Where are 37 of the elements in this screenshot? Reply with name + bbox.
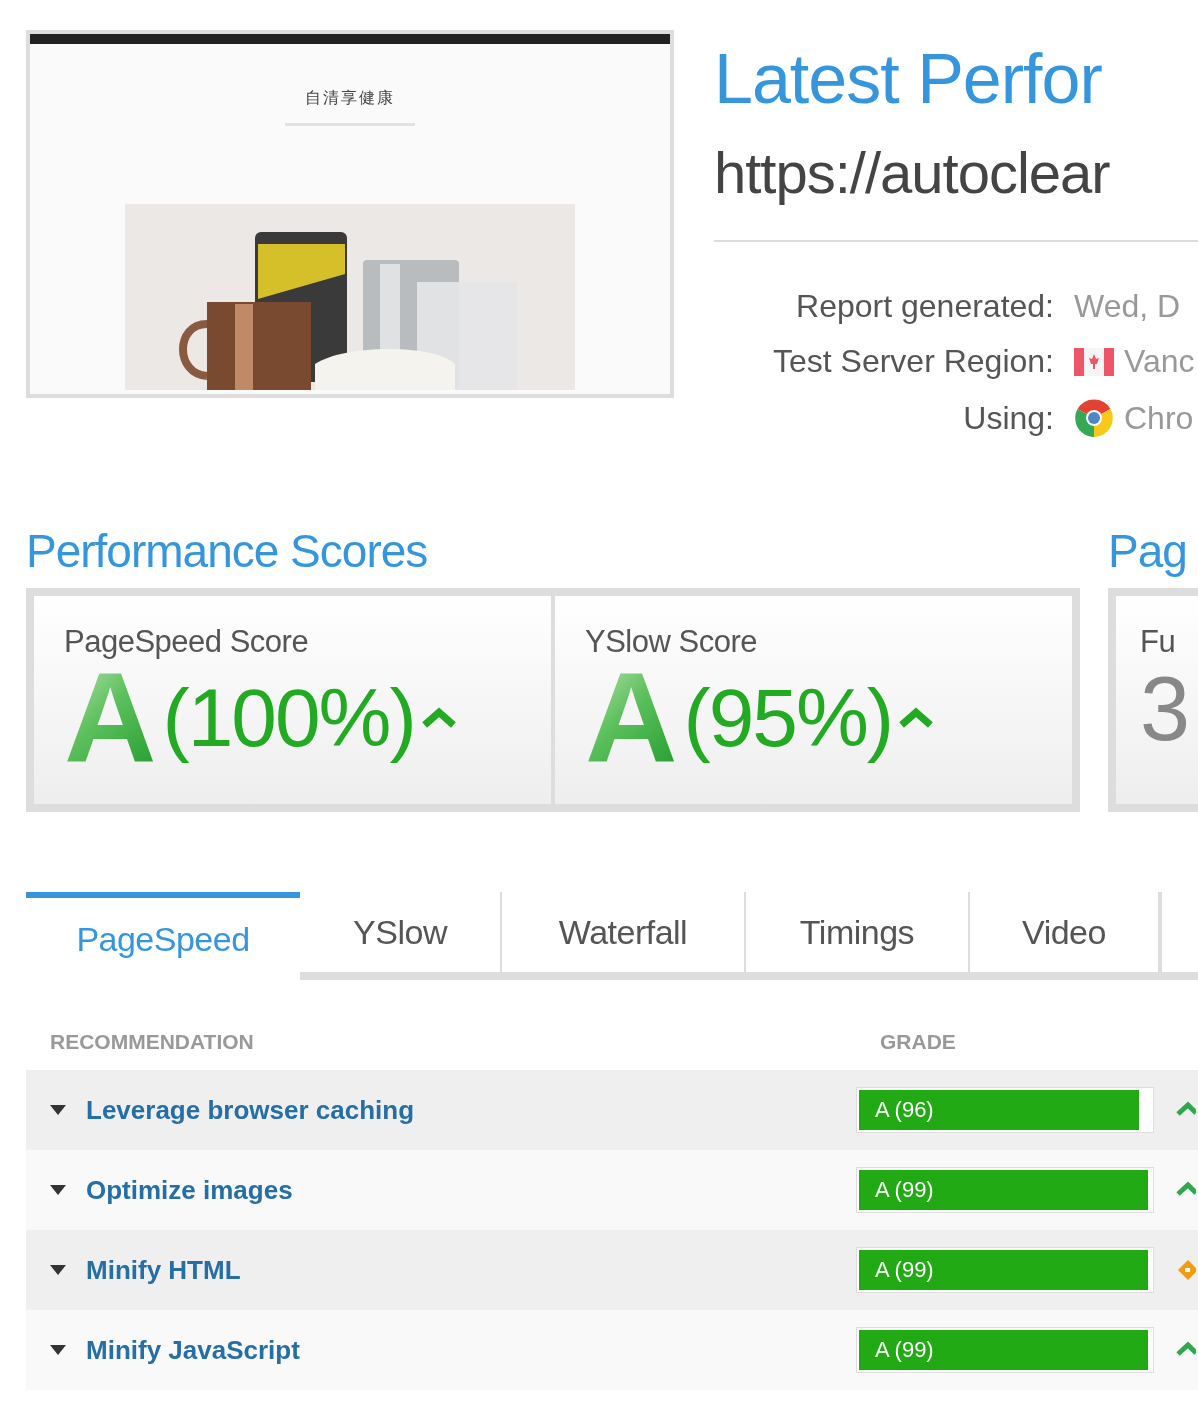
- trend-up-icon: [420, 707, 457, 729]
- chrome-icon: [1074, 398, 1114, 438]
- info-value: Wed, D: [1074, 288, 1181, 325]
- recommendation-link[interactable]: Minify JavaScript: [86, 1334, 856, 1366]
- section-heading: Performance Scores: [26, 528, 429, 574]
- tab[interactable]: YSlow: [300, 892, 502, 980]
- site-title: 自清享健康: [305, 88, 395, 109]
- recommendation-link[interactable]: Optimize images: [86, 1174, 856, 1206]
- recommendation-row[interactable]: Minify JavaScript A (99): [26, 1310, 1198, 1390]
- recommendation-link[interactable]: Minify HTML: [86, 1254, 856, 1286]
- grade-text: A (96): [875, 1097, 934, 1123]
- column-header: GRADE: [880, 1030, 957, 1054]
- trend-up-icon: [898, 707, 935, 729]
- caret-icon[interactable]: [50, 1185, 66, 1195]
- info-value: Vanc: [1124, 343, 1195, 380]
- column-header: RECOMMENDATION: [50, 1030, 255, 1054]
- recommendation-row[interactable]: Optimize images A (99): [26, 1150, 1198, 1230]
- caret-icon[interactable]: [50, 1265, 66, 1275]
- info-value: Chro: [1124, 399, 1194, 437]
- canada-flag-icon: [1074, 347, 1114, 376]
- grade-text: A (99): [875, 1177, 934, 1203]
- grade-text: A (99): [875, 1257, 934, 1283]
- recommendation-row[interactable]: Leverage browser caching A (96): [26, 1070, 1198, 1150]
- tab[interactable]: Waterfall: [502, 892, 746, 980]
- info-label: Report generated:: [795, 288, 1054, 325]
- details-label: Fu: [1140, 624, 1177, 660]
- details-value: 3: [1140, 664, 1192, 754]
- caret-icon[interactable]: [50, 1105, 66, 1115]
- caret-icon[interactable]: [50, 1345, 66, 1355]
- recommendation-link[interactable]: Leverage browser caching: [86, 1094, 856, 1126]
- tab[interactable]: Video: [970, 892, 1160, 980]
- tab[interactable]: Timings: [746, 892, 970, 980]
- grade-text: A (99): [875, 1337, 934, 1363]
- page-title: Latest Perfor: [714, 44, 1103, 114]
- info-label: Using:: [962, 399, 1054, 437]
- recommendation-row[interactable]: Minify HTML A (99): [26, 1230, 1198, 1310]
- info-label: Test Server Region:: [772, 343, 1054, 380]
